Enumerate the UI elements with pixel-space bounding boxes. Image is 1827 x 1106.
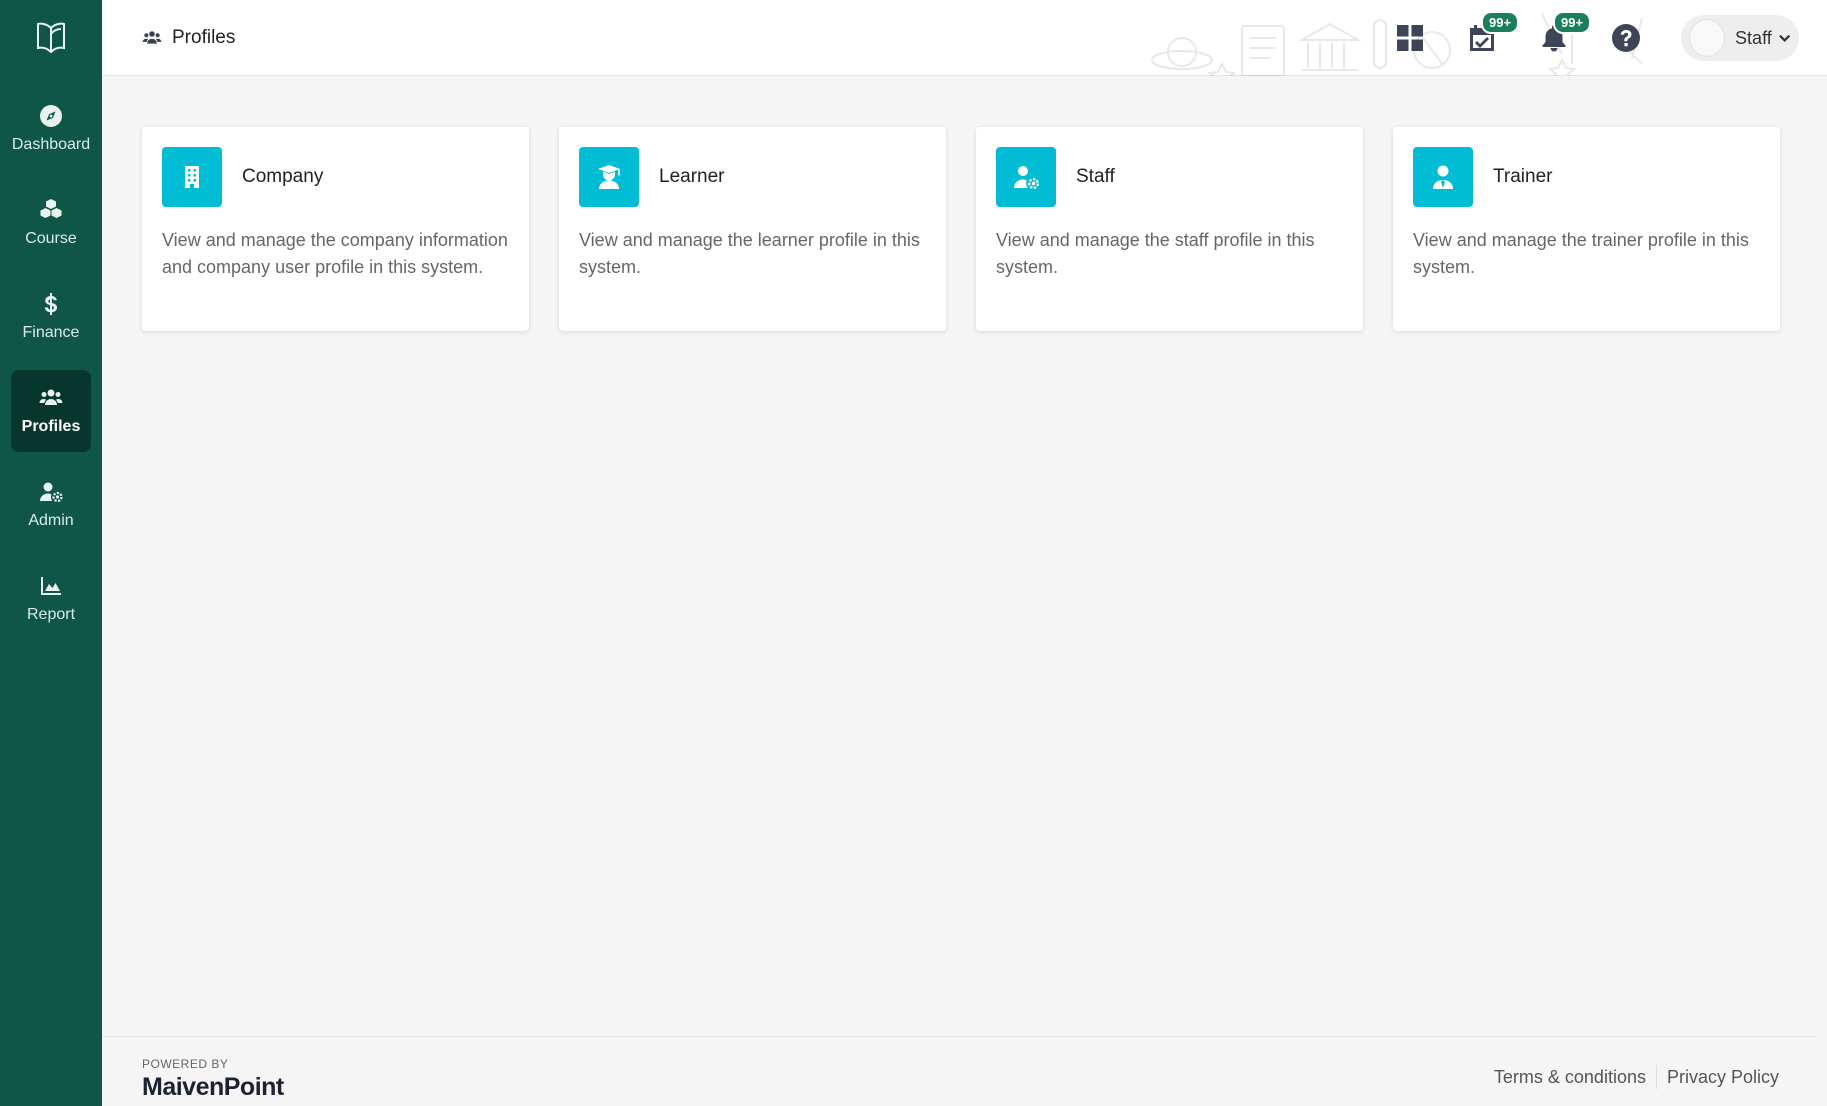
cubes-icon — [40, 199, 62, 218]
profile-cards: Company View and manage the company info… — [142, 127, 1780, 331]
user-menu[interactable]: Staff — [1681, 15, 1799, 61]
open-book-icon — [37, 22, 65, 54]
learner-card[interactable]: Learner View and manage the learner prof… — [559, 127, 946, 331]
card-description: View and manage the company information … — [162, 230, 508, 277]
top-header: Profiles 99+ 99+ Staff — [102, 0, 1827, 76]
card-icon-box — [579, 147, 639, 207]
footer-links: Terms & conditions Privacy Policy — [1494, 1065, 1779, 1089]
powered-by-label: POWERED BY — [142, 1057, 229, 1071]
sidebar-item-report[interactable]: Report — [11, 558, 91, 640]
card-icon-box — [996, 147, 1056, 207]
sidebar-item-profiles[interactable]: Profiles — [11, 370, 91, 452]
footer-divider — [1655, 1065, 1657, 1089]
sidebar-item-label: Dashboard — [11, 136, 91, 153]
sidebar-item-course[interactable]: Course — [11, 182, 91, 264]
footer: POWERED BY MaivenPoint Terms & condition… — [102, 1036, 1817, 1106]
card-description: View and manage the trainer profile in t… — [1413, 230, 1749, 277]
user-name: Staff — [1735, 27, 1772, 48]
company-card[interactable]: Company View and manage the company info… — [142, 127, 529, 331]
staff-card[interactable]: Staff View and manage the staff profile … — [976, 127, 1363, 331]
sidebar-item-label: Report — [26, 606, 76, 623]
sidebar-item-admin[interactable]: Admin — [11, 464, 91, 546]
sidebar-item-label: Profiles — [21, 418, 81, 435]
page-title: Profiles — [142, 27, 235, 49]
building-icon — [185, 166, 199, 188]
user-gear-icon — [40, 482, 63, 503]
users-icon — [39, 389, 63, 405]
card-title: Trainer — [1493, 166, 1553, 187]
users-icon — [142, 30, 162, 44]
avatar — [1689, 19, 1726, 57]
question-circle-icon — [1612, 24, 1640, 52]
apps-button[interactable] — [1393, 21, 1427, 55]
card-title: Learner — [659, 166, 725, 187]
sidebar-item-finance[interactable]: Finance — [11, 276, 91, 358]
app-logo[interactable] — [0, 0, 102, 76]
page-title-text: Profiles — [172, 26, 236, 48]
sidebar-item-label: Admin — [28, 512, 74, 529]
sidebar-item-label: Course — [25, 230, 77, 247]
brand-logo: MaivenPoint — [142, 1073, 284, 1101]
area-chart-icon — [41, 577, 61, 595]
card-icon-box — [1413, 147, 1473, 207]
tasks-badge: 99+ — [1481, 11, 1520, 34]
sidebar-item-dashboard[interactable]: Dashboard — [11, 88, 91, 170]
card-title: Company — [242, 166, 324, 187]
dollar-icon — [44, 293, 57, 315]
tasks-button[interactable]: 99+ — [1465, 11, 1520, 55]
card-description: View and manage the learner profile in t… — [579, 230, 920, 277]
card-description: View and manage the staff profile in thi… — [996, 230, 1315, 277]
sidebar: Dashboard Course Finance Profiles Admin … — [0, 0, 102, 1106]
card-title: Staff — [1076, 166, 1115, 187]
grid-icon — [1397, 25, 1423, 51]
compass-icon — [40, 105, 62, 127]
chevron-down-icon — [1778, 34, 1790, 42]
header-actions: 99+ 99+ Staff — [1355, 0, 1799, 76]
terms-link[interactable]: Terms & conditions — [1494, 1067, 1646, 1088]
privacy-link[interactable]: Privacy Policy — [1667, 1067, 1779, 1088]
notifications-button[interactable]: 99+ — [1537, 11, 1592, 55]
notifications-badge: 99+ — [1553, 11, 1592, 34]
sidebar-item-label: Finance — [22, 324, 80, 341]
trainer-card[interactable]: Trainer View and manage the trainer prof… — [1393, 127, 1780, 331]
graduate-icon — [598, 165, 620, 189]
user-gear-icon — [1014, 166, 1040, 190]
user-tie-icon — [1433, 165, 1453, 189]
help-button[interactable] — [1609, 21, 1643, 55]
card-icon-box — [162, 147, 222, 207]
